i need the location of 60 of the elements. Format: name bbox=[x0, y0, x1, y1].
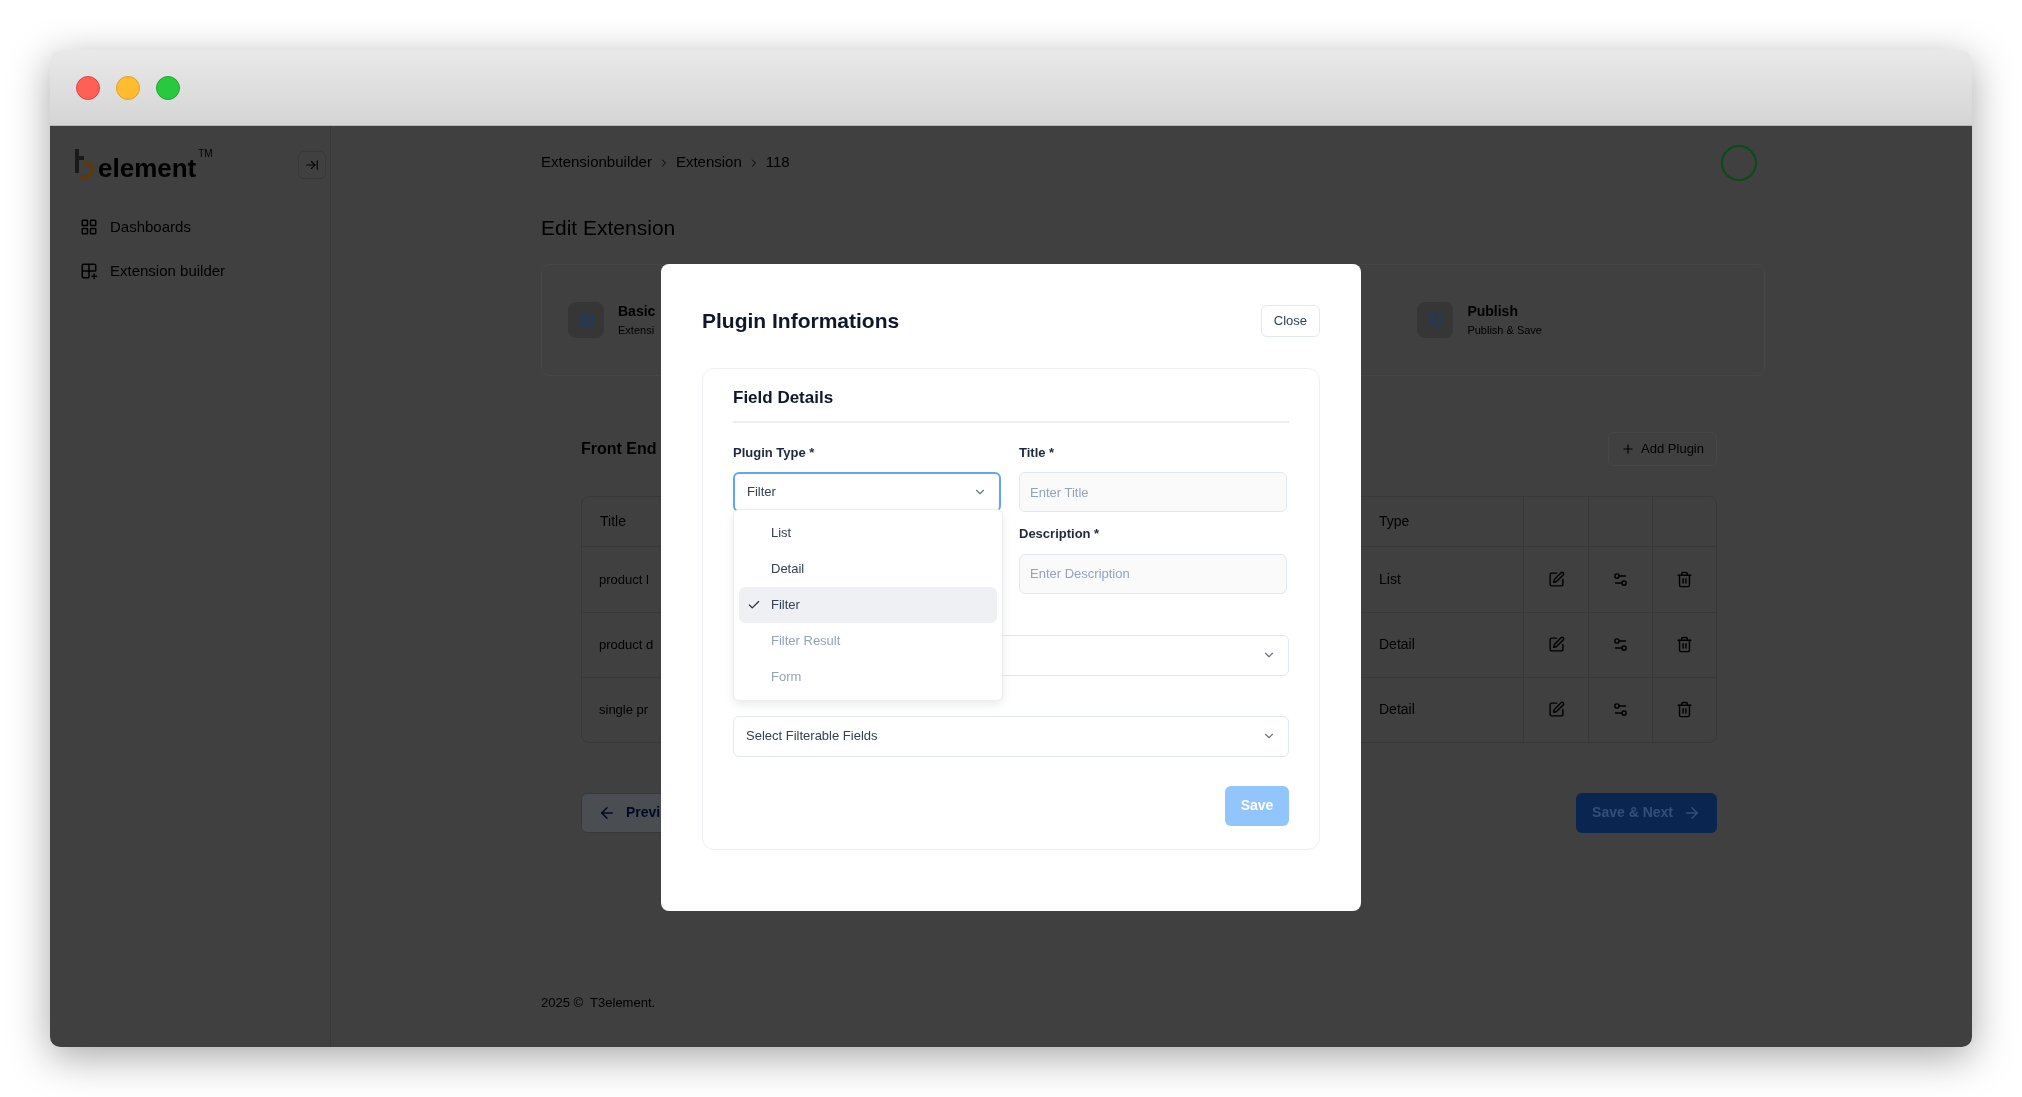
field-label: Plugin Type * bbox=[733, 443, 816, 462]
footer-text: 2025 © T3element. bbox=[541, 993, 656, 1012]
edit-icon[interactable] bbox=[1547, 701, 1565, 718]
column-header: Type bbox=[1379, 512, 1410, 529]
table-cell: single pr bbox=[599, 702, 649, 717]
section-title: Front End bbox=[581, 438, 657, 459]
settings-icon[interactable] bbox=[1612, 701, 1629, 718]
table-cell: Detail bbox=[1379, 636, 1415, 652]
card-title: Field Details bbox=[733, 385, 1289, 423]
sidebar-item-label: Dashboards bbox=[110, 216, 191, 237]
logo-mark-icon bbox=[74, 149, 96, 181]
step-title: Basic bbox=[618, 301, 656, 321]
option-item[interactable]: List bbox=[739, 515, 997, 551]
page-title: Edit Extension bbox=[541, 215, 677, 241]
title-input[interactable]: Enter Title bbox=[1019, 472, 1287, 512]
table-cell: product d bbox=[599, 637, 654, 652]
step-subtitle: Publish & Save bbox=[1467, 322, 1542, 338]
add-plugin-button[interactable]: Add Plugin bbox=[1608, 431, 1717, 466]
close-button[interactable]: Close bbox=[1260, 305, 1320, 337]
logo-text: element bbox=[98, 155, 197, 181]
step-item[interactable]: Publish Publish & Save bbox=[1417, 300, 1542, 339]
dialog-title: Plugin Informations bbox=[702, 308, 900, 335]
sidebar-item[interactable]: Dashboards bbox=[80, 212, 330, 242]
description-input[interactable]: Enter Description bbox=[1019, 553, 1287, 594]
trademark-mark: TM bbox=[198, 149, 213, 159]
gear-icon bbox=[577, 310, 595, 329]
delete-icon[interactable] bbox=[1676, 636, 1693, 653]
delete-icon[interactable] bbox=[1676, 570, 1693, 588]
plus-icon bbox=[1621, 441, 1636, 456]
filterable-fields-select[interactable]: Select Filterable Fields bbox=[733, 715, 1289, 757]
settings-icon[interactable] bbox=[1612, 636, 1629, 653]
close-window-button[interactable] bbox=[76, 75, 100, 100]
breadcrumb-link[interactable]: Extension bbox=[675, 151, 742, 174]
grid-plus-icon bbox=[80, 262, 98, 280]
check-icon bbox=[747, 598, 761, 612]
edit-icon[interactable] bbox=[1547, 570, 1565, 588]
minimize-window-button[interactable] bbox=[116, 75, 140, 100]
sidebar-item-label: Extension builder bbox=[110, 260, 226, 281]
delete-icon[interactable] bbox=[1676, 701, 1693, 718]
option-item[interactable]: Filter bbox=[739, 587, 997, 623]
collapse-icon bbox=[305, 158, 319, 172]
edit-icon[interactable] bbox=[1547, 636, 1565, 653]
sidebar-item[interactable]: Extension builder bbox=[80, 256, 330, 286]
step-item[interactable]: Basic Extensi bbox=[568, 300, 656, 339]
collapse-sidebar-button[interactable] bbox=[298, 151, 326, 179]
step-subtitle: Extensi bbox=[618, 322, 656, 338]
plugin-type-select[interactable]: Filter bbox=[733, 472, 1001, 512]
column-header: Title bbox=[600, 512, 626, 529]
field-label: Title * bbox=[1019, 443, 1056, 462]
breadcrumb-link[interactable]: Extensionbuilder bbox=[541, 151, 652, 174]
table-cell: product l bbox=[599, 571, 649, 587]
step-title: Publish bbox=[1467, 301, 1519, 321]
field-label: Description * bbox=[1019, 525, 1101, 543]
sliders-icon bbox=[1426, 310, 1445, 329]
option-item[interactable]: Detail bbox=[739, 551, 997, 587]
zoom-window-button[interactable] bbox=[156, 75, 180, 100]
table-cell: List bbox=[1379, 570, 1401, 587]
table-cell: Detail bbox=[1379, 701, 1415, 717]
settings-icon[interactable] bbox=[1612, 570, 1629, 588]
grid-icon bbox=[80, 218, 98, 236]
